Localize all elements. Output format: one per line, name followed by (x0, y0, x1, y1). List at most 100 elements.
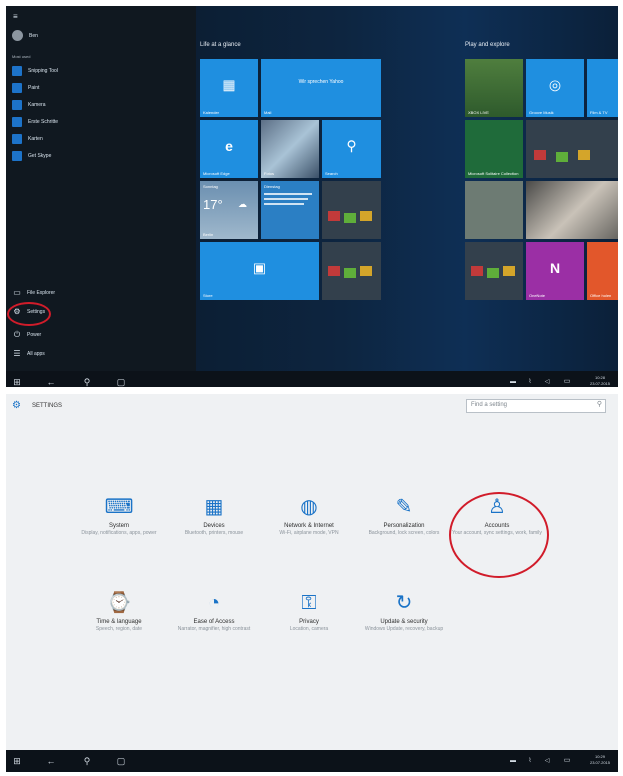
tile-photo-portrait[interactable] (526, 181, 618, 239)
clock-language-icon: ⌚ (106, 592, 132, 614)
find-setting-search-box[interactable]: Find a setting ⚲ (466, 399, 606, 413)
tile-news-photo[interactable] (465, 181, 523, 239)
tile-groove-musik[interactable]: ◎ Groove Musik (526, 59, 584, 117)
tile-candy-game-2[interactable] (322, 242, 381, 300)
app-erste-schritte[interactable]: Erste Schritte (12, 114, 58, 129)
tile-candy-game[interactable] (322, 181, 381, 239)
group-header-life: Life at a glance (200, 42, 241, 48)
tile-film-tv[interactable]: Film & TV (587, 59, 618, 117)
task-view-icon[interactable]: ▢ (112, 371, 130, 387)
refresh-icon: ↻ (395, 592, 413, 614)
app-paint[interactable]: Paint (12, 80, 39, 95)
windows-start-icon[interactable]: ⊞ (8, 750, 26, 772)
action-center-icon[interactable]: ▭ (560, 750, 574, 772)
volume-icon[interactable]: ◁ (540, 750, 554, 772)
settings-header: SETTINGS (32, 403, 63, 409)
settings-devices[interactable]: ▦ Devices Bluetooth, printers, mouse (169, 494, 259, 537)
file-explorer-item[interactable]: ▭ File Explorer (12, 286, 55, 300)
news-line (264, 203, 304, 205)
back-arrow-icon[interactable]: ← (42, 750, 60, 772)
game-icon (360, 266, 372, 276)
settings-screenshot: ⚙ SETTINGS Find a setting ⚲ ⌨ System Dis… (6, 394, 618, 772)
game-icon (556, 152, 568, 162)
start-menu-panel: ≡ Ben Most used Snipping Tool Paint Kame… (6, 6, 196, 371)
action-center-icon[interactable]: ▭ (560, 371, 574, 387)
tile-candy-game-4[interactable] (465, 242, 523, 300)
laptop-icon: ⌨ (104, 496, 134, 518)
search-icon[interactable]: ⚲ (78, 371, 96, 387)
tile-kalender[interactable]: ▦ Kalender (200, 59, 258, 117)
settings-time-language[interactable]: ⌚ Time & language Speech, region, date (74, 590, 164, 633)
app-kamera[interactable]: Kamera (12, 97, 46, 112)
settings-update-security[interactable]: ↻ Update & security Windows Update, reco… (359, 590, 449, 633)
volume-icon[interactable]: ◁ (540, 371, 554, 387)
store-bag-icon: ▣ (252, 259, 267, 276)
tile-xbox[interactable]: XBOX LIVE (465, 59, 523, 117)
game-icon (471, 266, 483, 276)
power-icon: ⏻ (13, 330, 21, 339)
clock-date: 23.07.2015 (589, 760, 611, 765)
settings-network[interactable]: ◍ Network & Internet Wi-Fi, airplane mod… (264, 494, 354, 537)
news-line (264, 198, 308, 200)
game-icon (328, 211, 340, 221)
clock[interactable]: 10:28 23.07.2015 (584, 375, 616, 387)
taskbar: ⊞ ← ⚲ ▢ ▬ ⌇ ◁ ▭ 10:29 23.07.2015 (6, 750, 618, 772)
app-karten[interactable]: Karten (12, 131, 43, 146)
tile-onenote[interactable]: N OneNote (526, 242, 584, 300)
app-get-skype[interactable]: Get Skype (12, 148, 51, 163)
search-icon: ⚲ (596, 401, 602, 408)
hamburger-icon[interactable]: ≡ (13, 12, 18, 21)
task-view-icon[interactable]: ▢ (112, 750, 130, 772)
group-header-play: Play and explore (465, 42, 510, 48)
settings-system[interactable]: ⌨ System Display, notifications, apps, p… (74, 494, 164, 537)
search-icon: ⚲ (346, 137, 357, 154)
keyboard-icon: ▦ (204, 496, 224, 518)
user-name: Ben (29, 32, 38, 39)
app-snipping-tool[interactable]: Snipping Tool (12, 63, 58, 78)
user-account[interactable]: Ben (12, 30, 38, 41)
avatar (12, 30, 23, 41)
network-icon[interactable]: ⌇ (523, 750, 537, 772)
gear-icon: ⚙ (12, 400, 21, 411)
all-apps-item[interactable]: ☰ All apps (12, 347, 44, 361)
edge-icon: e (225, 138, 233, 155)
taskbar: ⊞ ← ⚲ ▢ ▬ ⌇ ◁ ▭ 10:28 23.07.2015 (6, 371, 618, 387)
folder-icon: ▭ (13, 288, 21, 297)
settings-highlight-circle (7, 302, 51, 326)
network-icon[interactable]: ⌇ (523, 371, 537, 387)
search-icon[interactable]: ⚲ (78, 750, 96, 772)
power-item[interactable]: ⏻ Power (12, 328, 41, 342)
tile-fotos[interactable]: Fotos (261, 120, 319, 178)
game-icon (360, 211, 372, 221)
clock[interactable]: 10:29 23.07.2015 (584, 754, 616, 766)
windows-start-icon[interactable]: ⊞ (8, 371, 26, 387)
tile-microsoft-edge[interactable]: e Microsoft Edge (200, 120, 258, 178)
tile-store[interactable]: ▣ Store (200, 242, 319, 300)
map-icon (12, 133, 22, 144)
battery-icon[interactable]: ▬ (506, 750, 520, 772)
tile-solitaire[interactable]: Microsoft Solitaire Collection (465, 120, 523, 178)
calendar-icon: ▦ (222, 76, 236, 93)
tile-news[interactable]: Dienstag (261, 181, 319, 239)
accounts-highlight-circle (449, 492, 549, 578)
game-icon (503, 266, 515, 276)
tile-mail[interactable]: Wir sprechen Yahoo Mail (261, 59, 381, 117)
back-arrow-icon[interactable]: ← (42, 371, 60, 387)
clock-date: 23.07.2015 (589, 381, 611, 386)
game-icon (534, 150, 546, 160)
game-icon (344, 213, 356, 223)
camera-icon (12, 99, 22, 110)
tile-candy-game-3[interactable] (526, 120, 618, 178)
search-placeholder: Find a setting (471, 402, 508, 408)
battery-icon[interactable]: ▬ (506, 371, 520, 387)
groove-music-icon: ◎ (548, 76, 562, 93)
settings-ease-of-access[interactable]: ◔ Ease of Access Narrator, magnifier, hi… (169, 590, 259, 633)
settings-personalization[interactable]: ✎ Personalization Background, lock scree… (359, 494, 449, 537)
tile-office[interactable]: Office holen (587, 242, 618, 300)
tile-search[interactable]: ⚲ Search (322, 120, 381, 178)
scissors-icon (12, 65, 22, 76)
settings-privacy[interactable]: ⚿ Privacy Location, camera (264, 590, 354, 633)
cloud-icon: ☁ (238, 199, 247, 209)
tile-weather[interactable]: Sonntag 17° ☁ Berlin (200, 181, 258, 239)
skype-icon (12, 150, 22, 161)
